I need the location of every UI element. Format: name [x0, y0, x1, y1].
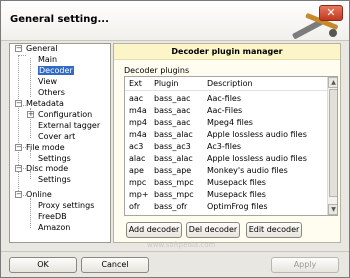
scroll-down-icon[interactable]: ▼ — [328, 204, 337, 215]
table-row[interactable]: m4a bass_alac Apple lossless audio files — [125, 129, 327, 140]
table-row[interactable]: aac bass_aac Aac-files — [125, 93, 327, 104]
tree-item-proxy-settings[interactable]: Proxy settings — [38, 201, 94, 211]
tree-item-general[interactable]: General — [26, 44, 58, 54]
collapse-toggle-icon[interactable]: − — [15, 165, 22, 172]
tree-item-amazon[interactable]: Amazon — [38, 223, 70, 233]
tree-item-disc-settings[interactable]: Settings — [38, 175, 71, 185]
tree-item-decoder[interactable]: Decoder — [38, 66, 74, 76]
title-bar: General setting... ✕ — [1, 1, 349, 41]
collapse-toggle-icon[interactable]: − — [15, 144, 22, 151]
decoder-panel: Decoder plugin manager Decoder plugins E… — [113, 43, 341, 243]
tree-item-disc-mode[interactable]: Disc mode — [26, 164, 68, 174]
table-row[interactable]: mp+ bass_mpc Musepack files — [125, 189, 327, 200]
collapse-toggle-icon[interactable]: − — [15, 45, 22, 52]
table-row[interactable]: m4a bass_aac Aac-Files — [125, 105, 327, 116]
dialog-title: General setting... — [10, 14, 109, 25]
del-decoder-button[interactable]: Del decoder — [186, 222, 240, 238]
decoder-list[interactable]: Ext Plugin Description aac bass_aac Aac-fi… — [124, 76, 338, 216]
tree-item-view[interactable]: View — [38, 77, 57, 87]
table-row[interactable]: alac bass_alac Apple lossless audio files — [125, 153, 327, 164]
tree-item-file-mode[interactable]: File mode — [26, 143, 65, 153]
tree-item-configuration[interactable]: Configuration — [38, 110, 92, 120]
footer-separator — [1, 251, 349, 252]
list-header: Ext Plugin Description — [125, 77, 327, 91]
edit-decoder-button[interactable]: Edit decoder — [246, 222, 302, 238]
cancel-button[interactable]: Cancel — [81, 257, 149, 273]
table-row[interactable]: ac3 bass_ac3 Ac3-files — [125, 141, 327, 152]
column-header-description[interactable]: Description — [207, 79, 253, 88]
scroll-up-icon[interactable]: ▲ — [328, 77, 337, 88]
expand-toggle-icon[interactable]: + — [27, 111, 34, 118]
table-row[interactable]: ofr bass_ofr OptimFrog files — [125, 201, 327, 212]
list-scrollbar[interactable]: ▲ ▼ — [327, 77, 337, 215]
tree-item-external-tagger[interactable]: External tagger — [38, 121, 100, 131]
tree-item-others[interactable]: Others — [38, 88, 65, 98]
apply-button[interactable]: Apply — [271, 257, 339, 273]
table-row[interactable]: mpc bass_mpc Musepack files — [125, 177, 327, 188]
watermark: www.softpedia.com — [147, 241, 216, 249]
tree-connector — [30, 198, 31, 228]
close-button[interactable]: ✕ — [319, 5, 343, 21]
tree-item-cover-art[interactable]: Cover art — [38, 132, 75, 142]
column-header-plugin[interactable]: Plugin — [154, 79, 179, 88]
settings-tree: − General Main Decoder View Others − Met… — [9, 43, 111, 243]
collapse-toggle-icon[interactable]: − — [15, 191, 22, 198]
scroll-thumb[interactable] — [329, 89, 337, 197]
panel-title: Decoder plugin manager — [114, 44, 340, 60]
table-row[interactable]: ape bass_ape Monkey's audio files — [125, 165, 327, 176]
tree-item-main[interactable]: Main — [38, 55, 57, 65]
tree-connector — [18, 55, 26, 56]
group-label: Decoder plugins — [124, 66, 190, 75]
tree-item-metadata[interactable]: Metadata — [26, 99, 64, 109]
ok-button[interactable]: OK — [9, 257, 77, 273]
tree-connector — [30, 58, 31, 97]
tree-item-freedb[interactable]: FreeDB — [38, 212, 67, 222]
add-decoder-button[interactable]: Add decoder — [126, 222, 182, 238]
table-row[interactable]: mp4 bass_aac Mpeg4 files — [125, 117, 327, 128]
tree-item-online[interactable]: Online — [26, 190, 52, 200]
settings-dialog: General setting... ✕ − General Main Deco… — [0, 0, 350, 278]
collapse-toggle-icon[interactable]: − — [15, 100, 22, 107]
tree-item-file-settings[interactable]: Settings — [38, 154, 71, 164]
column-header-ext[interactable]: Ext — [129, 79, 142, 88]
tree-connector — [18, 55, 19, 195]
